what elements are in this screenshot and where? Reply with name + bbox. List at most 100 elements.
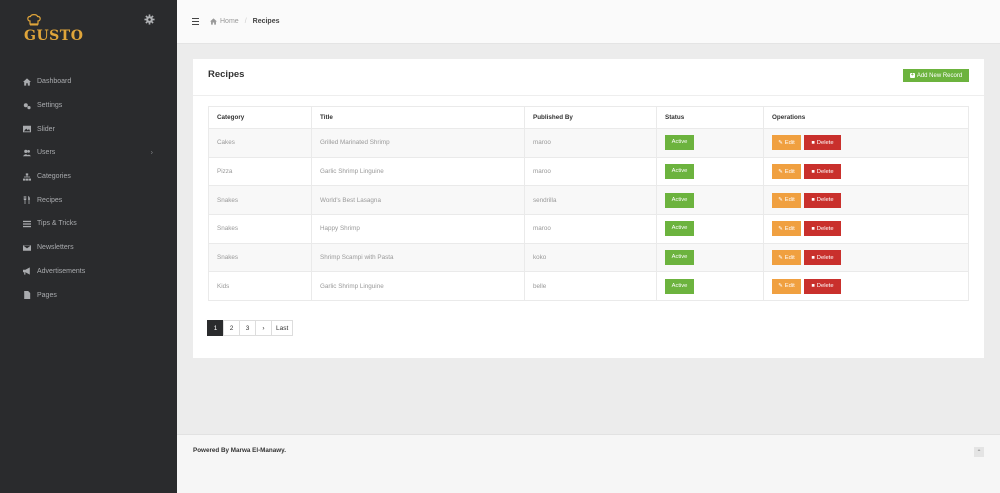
table-row: Kids Garlic Shrimp Linguine belle Active ✎ Ed… [208, 271, 969, 302]
cell-status: Active [656, 185, 764, 216]
column-header[interactable]: Category [208, 106, 312, 129]
edit-label: Edit [784, 225, 795, 232]
edit-button[interactable]: ✎ Edit [772, 164, 801, 180]
delete-button[interactable]: ■ Delete [804, 164, 841, 180]
cell-category: Cakes [208, 128, 312, 158]
cell-published-by: belle [524, 271, 657, 302]
file-icon [22, 291, 31, 300]
delete-button[interactable]: ■ Delete [804, 221, 841, 237]
status-badge[interactable]: Active [665, 278, 694, 294]
cell-operations: ✎ Edit ■ Delete [763, 271, 969, 302]
pencil-icon: ✎ [778, 139, 783, 146]
sidebar-item-dashboard[interactable]: Dashboard [0, 70, 177, 94]
edit-label: Edit [784, 168, 795, 175]
chevron-right-icon: › [150, 149, 153, 157]
status-badge[interactable]: Active [665, 221, 694, 237]
trash-icon: ■ [811, 139, 815, 146]
trash-icon: ■ [811, 254, 815, 261]
breadcrumb: Home / Recipes [210, 18, 280, 25]
scroll-top-button[interactable]: ⌃ [974, 447, 984, 457]
cell-published-by: maroo [524, 156, 657, 187]
table-header-row: Category Title Published By Status Opera… [208, 106, 969, 129]
sidebar-item-slider[interactable]: Slider [0, 117, 177, 141]
sidebar-item-users[interactable]: Users › [0, 141, 177, 165]
delete-button[interactable]: ■ Delete [804, 192, 841, 208]
edit-button[interactable]: ✎ Edit [772, 278, 801, 294]
pencil-icon: ✎ [778, 225, 783, 232]
column-header[interactable]: Title [311, 106, 525, 129]
cell-operations: ✎ Edit ■ Delete [763, 128, 969, 158]
sidebar-item-label: Users [37, 149, 56, 157]
cell-operations: ✎ Edit ■ Delete [763, 214, 969, 244]
sidebar-item-recipes[interactable]: Recipes [0, 188, 177, 212]
sidebar-item-label: Tips & Tricks [37, 220, 77, 228]
sidebar-item-label: Categories [37, 173, 71, 181]
edit-label: Edit [784, 139, 795, 146]
sidebar-item-newsletters[interactable]: Newsletters [0, 236, 177, 260]
table-row: Snakes Shrimp Scampi with Pasta koko Active… [208, 242, 969, 273]
sidebar-item-tips-tricks[interactable]: Tips & Tricks [0, 212, 177, 236]
sidebar-item-label: Advertisements [37, 267, 86, 275]
column-header[interactable]: Status [656, 106, 764, 129]
gear-icon[interactable] [144, 14, 155, 25]
pencil-icon: ✎ [778, 197, 783, 204]
cell-category: Pizza [208, 156, 312, 187]
menu-toggle-icon[interactable] [192, 18, 199, 26]
breadcrumb-home[interactable]: Home [220, 18, 239, 25]
column-header[interactable]: Published By [524, 106, 657, 129]
pencil-icon: ✎ [778, 168, 783, 175]
trash-icon: ■ [811, 168, 815, 175]
next-page-button[interactable]: › [255, 320, 272, 336]
page-button-2[interactable]: 2 [223, 320, 240, 336]
delete-label: Delete [816, 254, 834, 261]
status-badge[interactable]: Active [665, 164, 694, 180]
edit-label: Edit [784, 254, 795, 261]
trash-icon: ■ [811, 225, 815, 232]
edit-button[interactable]: ✎ Edit [772, 135, 801, 151]
page-button-1[interactable]: 1 [207, 320, 224, 336]
table-row: Pizza Garlic Shrimp Linguine maroo Active ✎ E… [208, 156, 969, 187]
status-badge[interactable]: Active [665, 250, 694, 266]
edit-button[interactable]: ✎ Edit [772, 221, 801, 237]
last-page-button[interactable]: Last [271, 320, 294, 336]
sidebar-item-label: Newsletters [37, 244, 74, 252]
cell-status: Active [656, 271, 764, 302]
page-button-3[interactable]: 3 [239, 320, 256, 336]
cell-category: Snakes [208, 242, 312, 273]
sidebar-item-advertisements[interactable]: Advertisements [0, 260, 177, 284]
sidebar-item-settings[interactable]: Settings [0, 94, 177, 118]
status-badge[interactable]: Active [665, 192, 694, 208]
delete-button[interactable]: ■ Delete [804, 278, 841, 294]
status-badge[interactable]: Active [665, 135, 694, 151]
cell-title: World's Best Lasagna [311, 185, 525, 216]
cell-title: Happy Shrimp [311, 214, 525, 244]
table-row: Cakes Grilled Marinated Shrimp maroo Active… [208, 128, 969, 158]
column-header: Operations [763, 106, 969, 129]
cell-title: Garlic Shrimp Linguine [311, 156, 525, 187]
delete-button[interactable]: ■ Delete [804, 135, 841, 151]
footer: Powered By Marwa El-Manawy. ⌃ [177, 434, 1000, 493]
add-new-record-label: Add New Record [916, 72, 963, 79]
edit-button[interactable]: ✎ Edit [772, 250, 801, 266]
logo-text: GUSTO [24, 28, 84, 44]
bullhorn-icon [22, 267, 31, 275]
sidebar-item-categories[interactable]: Categories [0, 165, 177, 189]
delete-label: Delete [816, 225, 834, 232]
sitemap-icon [22, 172, 31, 181]
panel-title: Recipes [208, 69, 245, 80]
add-new-record-button[interactable]: + Add New Record [903, 69, 969, 82]
users-icon [22, 149, 31, 157]
cell-status: Active [656, 156, 764, 187]
sidebar: GUSTO Dashboard Settings Slider Users › Categ… [0, 0, 177, 493]
cutlery-icon [22, 196, 31, 205]
logo[interactable]: GUSTO [24, 14, 84, 44]
sidebar-item-label: Recipes [37, 196, 63, 204]
edit-button[interactable]: ✎ Edit [772, 192, 801, 208]
sidebar-item-pages[interactable]: Pages [0, 283, 177, 307]
cell-published-by: koko [524, 242, 657, 273]
edit-label: Edit [784, 197, 795, 204]
cell-operations: ✎ Edit ■ Delete [763, 156, 969, 187]
cell-published-by: sendrilla [524, 185, 657, 216]
delete-button[interactable]: ■ Delete [804, 250, 841, 266]
cell-published-by: maroo [524, 128, 657, 158]
